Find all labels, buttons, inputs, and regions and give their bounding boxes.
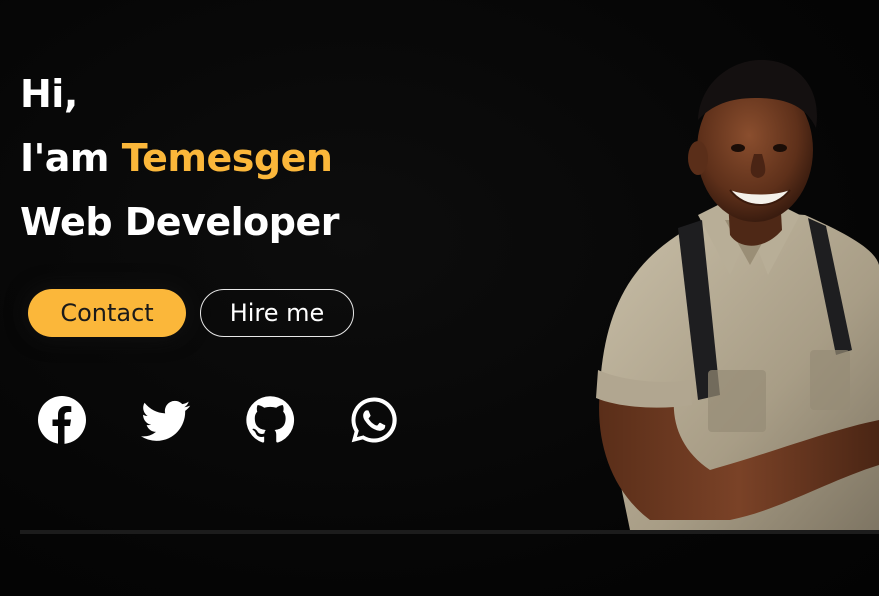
profile-portrait — [596, 59, 879, 530]
hero-headline: Hi, I'am Temesgen Web Developer — [20, 62, 339, 254]
intro-line: I'am Temesgen — [20, 126, 339, 190]
twitter-icon — [141, 400, 191, 441]
greeting-text: Hi, — [20, 72, 78, 116]
social-links — [36, 394, 400, 446]
contact-button[interactable]: Contact — [28, 289, 186, 337]
hero-actions: Contact Hire me — [28, 289, 354, 337]
github-link[interactable] — [244, 394, 296, 446]
hero-section: Hi, I'am Temesgen Web Developer Contact … — [0, 0, 879, 596]
facebook-icon — [38, 396, 86, 444]
section-divider — [20, 530, 879, 534]
whatsapp-icon — [351, 397, 397, 443]
facebook-link[interactable] — [36, 394, 88, 446]
github-icon — [246, 396, 295, 443]
role-text: Web Developer — [20, 200, 339, 244]
intro-prefix: I'am — [20, 136, 122, 180]
developer-name: Temesgen — [121, 136, 333, 180]
hire-me-button[interactable]: Hire me — [200, 289, 354, 337]
whatsapp-link[interactable] — [348, 394, 400, 446]
twitter-link[interactable] — [140, 394, 192, 446]
